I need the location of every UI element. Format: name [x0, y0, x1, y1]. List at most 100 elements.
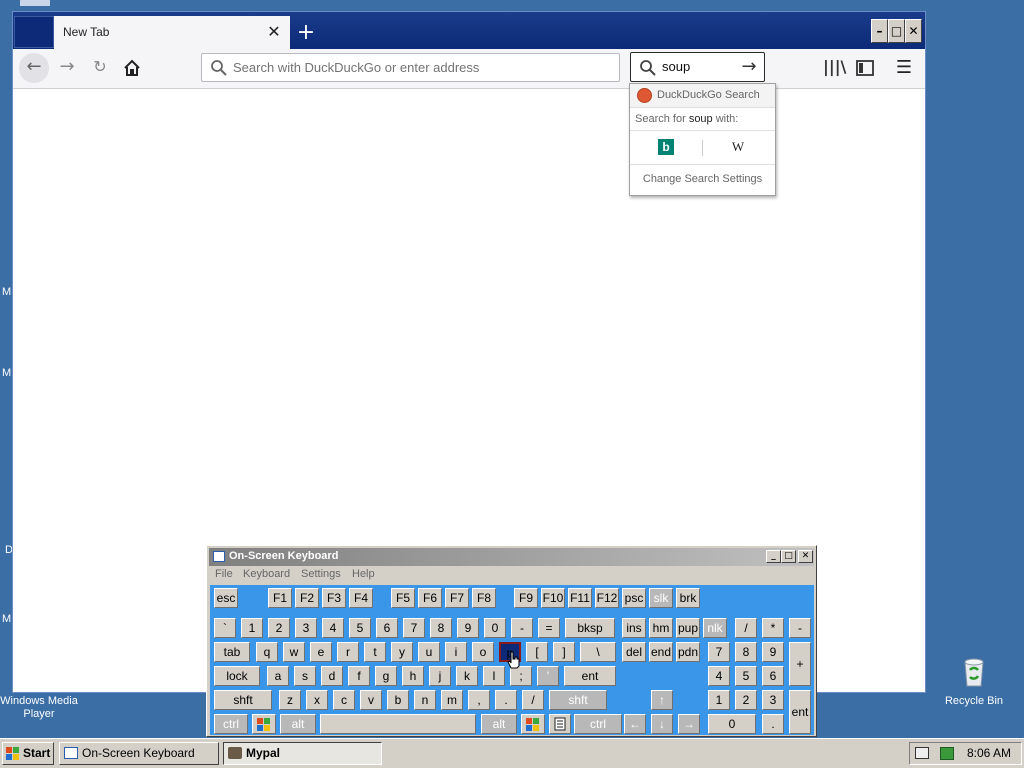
key-\[interactable]: \ — [580, 642, 616, 662]
key-.[interactable]: . — [495, 690, 517, 710]
key-1[interactable]: 1 — [708, 690, 730, 710]
library-icon[interactable]: |||\ — [823, 57, 846, 79]
key-5[interactable]: 5 — [349, 618, 371, 638]
key-ins[interactable]: ins — [622, 618, 646, 638]
taskbar-on-screen-keyboard[interactable]: On-Screen Keyboard — [59, 742, 219, 765]
key-F4[interactable]: F4 — [349, 588, 373, 608]
keyboard-tray-icon[interactable] — [915, 747, 929, 759]
key-z[interactable]: z — [279, 690, 301, 710]
osk-maximize-button[interactable]: □ — [781, 550, 796, 563]
search-input[interactable]: soup → — [630, 52, 765, 82]
wikipedia-icon[interactable]: W — [730, 139, 746, 155]
key-F12[interactable]: F12 — [595, 588, 619, 608]
key-l[interactable]: l — [483, 666, 505, 686]
sidebar-icon[interactable] — [856, 57, 878, 79]
key-s[interactable]: s — [294, 666, 316, 686]
key-j[interactable]: j — [429, 666, 451, 686]
osk-title-bar[interactable]: On-Screen Keyboard _ □ ✕ — [209, 548, 814, 566]
url-bar[interactable]: Search with DuckDuckGo or enter address — [201, 53, 620, 82]
key-↓[interactable]: ↓ — [651, 714, 673, 734]
key-8[interactable]: 8 — [735, 642, 757, 662]
key-alt[interactable]: alt — [280, 714, 316, 734]
key-F9[interactable]: F9 — [514, 588, 538, 608]
key-pdn[interactable]: pdn — [676, 642, 700, 662]
key-8[interactable]: 8 — [430, 618, 452, 638]
key-f[interactable]: f — [348, 666, 370, 686]
key-2[interactable]: 2 — [735, 690, 757, 710]
key-7[interactable]: 7 — [403, 618, 425, 638]
key--[interactable]: - — [789, 618, 811, 638]
start-button[interactable]: Start — [2, 742, 54, 765]
key-d[interactable]: d — [321, 666, 343, 686]
key-ent[interactable]: ent — [564, 666, 616, 686]
key-7[interactable]: 7 — [708, 642, 730, 662]
key-F11[interactable]: F11 — [568, 588, 592, 608]
key-hm[interactable]: hm — [649, 618, 673, 638]
key-'[interactable]: ' — [537, 666, 559, 686]
menu-keyboard[interactable]: Keyboard — [243, 568, 290, 580]
key-=[interactable]: = — [538, 618, 560, 638]
key-shft[interactable]: shft — [549, 690, 607, 710]
key-esc[interactable]: esc — [214, 588, 238, 608]
key-F1[interactable]: F1 — [268, 588, 292, 608]
key--[interactable]: - — [511, 618, 533, 638]
close-window-button[interactable]: ✕ — [905, 19, 922, 43]
key-9[interactable]: 9 — [457, 618, 479, 638]
key-t[interactable]: t — [364, 642, 386, 662]
key-tab[interactable]: tab — [214, 642, 250, 662]
key-v[interactable]: v — [360, 690, 382, 710]
key-lock[interactable]: lock — [214, 666, 260, 686]
arrow-right-icon[interactable]: → — [738, 56, 760, 78]
key-pup[interactable]: pup — [676, 618, 700, 638]
key-←[interactable]: ← — [624, 714, 646, 734]
key-brk[interactable]: brk — [676, 588, 700, 608]
key-`[interactable]: ` — [214, 618, 236, 638]
key-1[interactable]: 1 — [241, 618, 263, 638]
key-a[interactable]: a — [267, 666, 289, 686]
key-e[interactable]: e — [310, 642, 332, 662]
key-+[interactable]: + — [789, 642, 811, 686]
key-3[interactable]: 3 — [295, 618, 317, 638]
menu-settings[interactable]: Settings — [301, 568, 341, 580]
key-/[interactable]: / — [735, 618, 757, 638]
recycle-bin-icon[interactable] — [958, 656, 990, 688]
network-tray-icon[interactable] — [940, 747, 954, 760]
key-.[interactable]: . — [762, 714, 784, 734]
tab-close-icon[interactable]: ✕ — [264, 22, 284, 42]
key-y[interactable]: y — [391, 642, 413, 662]
key-u[interactable]: u — [418, 642, 440, 662]
key-F3[interactable]: F3 — [322, 588, 346, 608]
change-search-settings-button[interactable]: Change Search Settings — [630, 173, 775, 185]
taskbar-mypal[interactable]: Mypal — [223, 742, 382, 765]
key-h[interactable]: h — [402, 666, 424, 686]
windows-key-icon[interactable] — [521, 714, 545, 734]
key-,[interactable]: , — [468, 690, 490, 710]
key-psc[interactable]: psc — [622, 588, 646, 608]
key-9[interactable]: 9 — [762, 642, 784, 662]
home-icon[interactable] — [117, 53, 147, 83]
menu-help[interactable]: Help — [352, 568, 375, 580]
key-F8[interactable]: F8 — [472, 588, 496, 608]
bing-icon[interactable]: b — [658, 139, 674, 155]
key-/[interactable]: / — [522, 690, 544, 710]
key-bksp[interactable]: bksp — [565, 618, 615, 638]
menu-file[interactable]: File — [215, 568, 233, 580]
key-n[interactable]: n — [414, 690, 436, 710]
maximize-button[interactable]: □ — [888, 19, 905, 43]
tab-new-tab[interactable]: New Tab ✕ — [54, 16, 290, 49]
key-[[interactable]: [ — [526, 642, 548, 662]
key-6[interactable]: 6 — [376, 618, 398, 638]
key-nlk[interactable]: nlk — [703, 618, 727, 638]
key-→[interactable]: → — [678, 714, 700, 734]
key-c[interactable]: c — [333, 690, 355, 710]
key-m[interactable]: m — [441, 690, 463, 710]
key-i[interactable]: i — [445, 642, 467, 662]
key-ctrl[interactable]: ctrl — [214, 714, 248, 734]
key-F7[interactable]: F7 — [445, 588, 469, 608]
key-0[interactable]: 0 — [484, 618, 506, 638]
key-w[interactable]: w — [283, 642, 305, 662]
key-k[interactable]: k — [456, 666, 478, 686]
desktop-icon-partial[interactable] — [20, 0, 50, 6]
key-slk[interactable]: slk — [649, 588, 673, 608]
key-4[interactable]: 4 — [708, 666, 730, 686]
